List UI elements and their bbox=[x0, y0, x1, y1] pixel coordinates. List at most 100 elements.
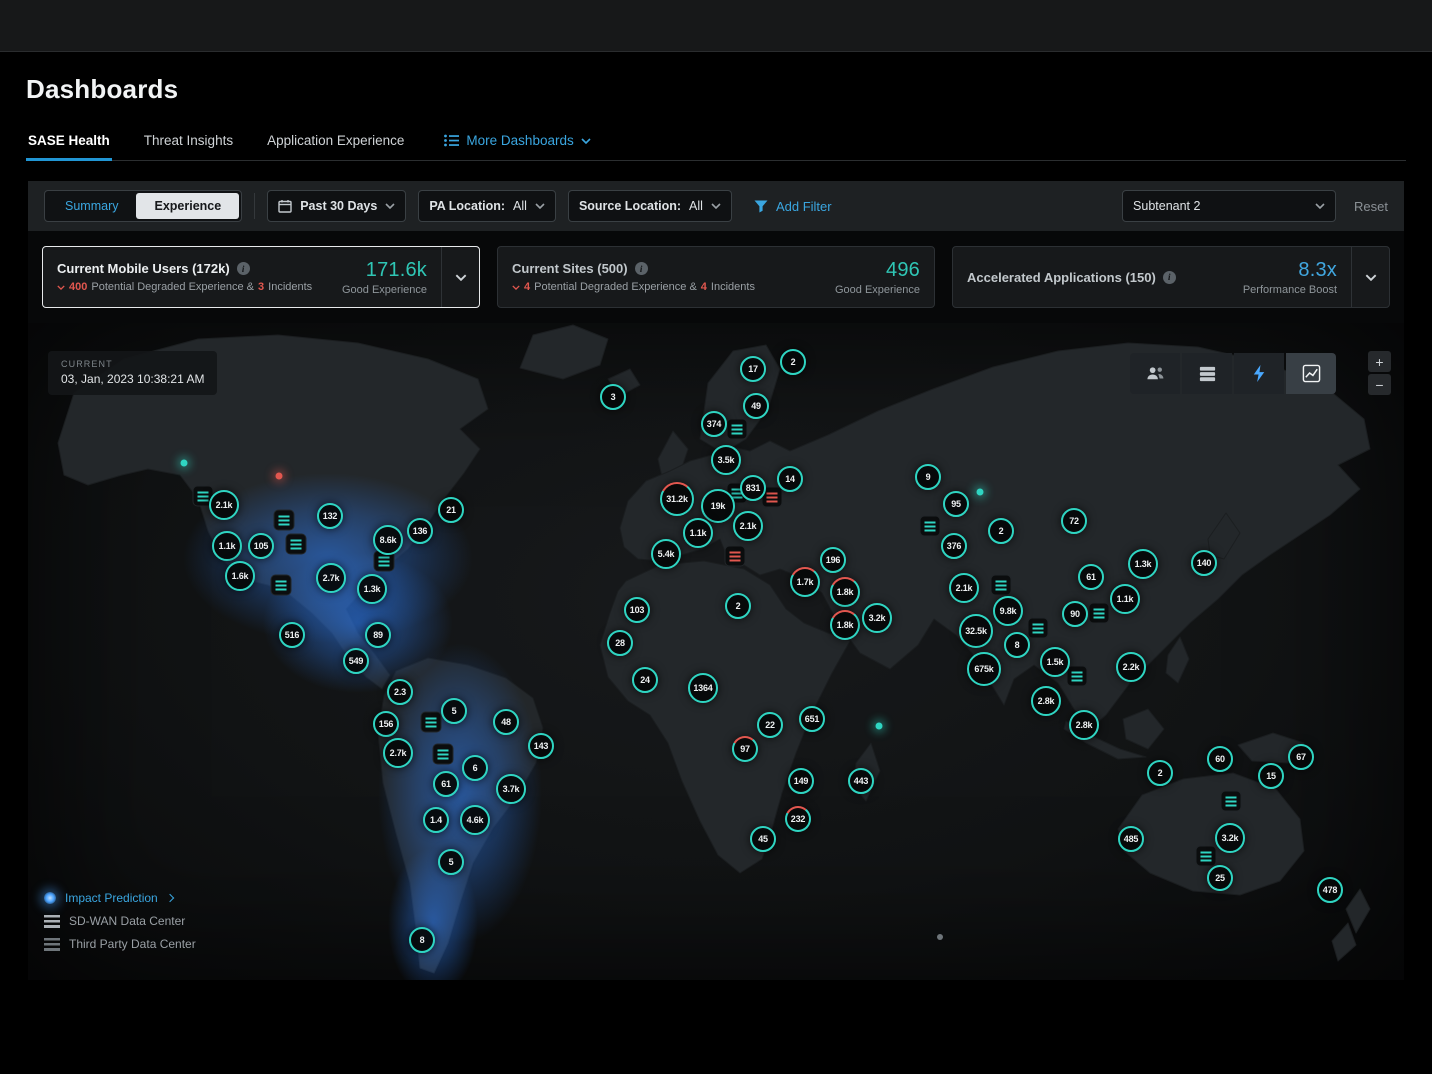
map-marker-156[interactable]: 156 bbox=[373, 711, 399, 737]
map-marker-17[interactable]: 17 bbox=[740, 356, 766, 382]
map-marker-105[interactable]: 105 bbox=[248, 533, 274, 559]
map-marker-1.1k[interactable]: 1.1k bbox=[683, 518, 713, 548]
map-marker-2[interactable]: 2 bbox=[725, 593, 751, 619]
map-marker-2.7k[interactable]: 2.7k bbox=[316, 563, 346, 593]
card-current-mobile-users[interactable]: Current Mobile Users (172k) i 400 Potent… bbox=[42, 246, 480, 308]
users-layer-button[interactable] bbox=[1130, 353, 1180, 394]
map-marker-143[interactable]: 143 bbox=[528, 733, 554, 759]
subtenant-dropdown[interactable]: Subtenant 2 bbox=[1122, 190, 1336, 222]
map-marker-9[interactable]: 9 bbox=[915, 464, 941, 490]
time-range-dropdown[interactable]: Past 30 Days bbox=[267, 190, 406, 222]
experience-view-button[interactable]: Experience bbox=[136, 193, 239, 219]
sdwan-datacenter-marker[interactable] bbox=[991, 575, 1012, 596]
accelerated-apps-layer-button[interactable] bbox=[1234, 353, 1284, 394]
map-marker-25[interactable]: 25 bbox=[1207, 865, 1233, 891]
map-marker-24[interactable]: 24 bbox=[632, 667, 658, 693]
sdwan-datacenter-marker[interactable] bbox=[920, 516, 941, 537]
zoom-in-button[interactable]: + bbox=[1368, 351, 1391, 372]
card-current-sites[interactable]: Current Sites (500) i 4 Potential Degrad… bbox=[497, 246, 935, 308]
map-marker-degraded-232[interactable]: 232 bbox=[785, 806, 811, 832]
sdwan-datacenter-marker[interactable] bbox=[1067, 666, 1088, 687]
legend-impact-prediction[interactable]: Impact Prediction bbox=[44, 891, 196, 905]
sdwan-datacenter-marker[interactable] bbox=[421, 712, 442, 733]
map-marker-103[interactable]: 103 bbox=[624, 597, 650, 623]
tab-sase-health[interactable]: SASE Health bbox=[26, 125, 112, 160]
map-marker-3.5k[interactable]: 3.5k bbox=[711, 445, 741, 475]
map-marker-28[interactable]: 28 bbox=[607, 630, 633, 656]
sdwan-datacenter-marker[interactable] bbox=[1196, 846, 1217, 867]
map-marker-831[interactable]: 831 bbox=[740, 475, 766, 501]
map-marker-3.2k[interactable]: 3.2k bbox=[862, 603, 892, 633]
world-map[interactable]: 2.1k1321.1k1052.7k1.6k1.3k8.6k1362151689… bbox=[28, 323, 1404, 980]
map-marker-1.1k[interactable]: 1.1k bbox=[212, 531, 242, 561]
map-marker-2.3[interactable]: 2.3 bbox=[387, 679, 413, 705]
sdwan-datacenter-marker[interactable] bbox=[274, 510, 295, 531]
map-marker-1364[interactable]: 1364 bbox=[688, 673, 718, 703]
map-marker-3.2k[interactable]: 3.2k bbox=[1215, 823, 1245, 853]
sdwan-datacenter-marker[interactable] bbox=[1089, 603, 1110, 624]
map-marker-degraded-31.2k[interactable]: 31.2k bbox=[660, 482, 694, 516]
summary-view-button[interactable]: Summary bbox=[47, 193, 136, 219]
map-marker-1.5k[interactable]: 1.5k bbox=[1040, 647, 1070, 677]
map-marker-1.4[interactable]: 1.4 bbox=[423, 807, 449, 833]
map-marker-5[interactable]: 5 bbox=[438, 849, 464, 875]
map-marker-1.3k[interactable]: 1.3k bbox=[1128, 549, 1158, 579]
add-filter-button[interactable]: Add Filter bbox=[754, 199, 832, 214]
zoom-out-button[interactable]: − bbox=[1368, 374, 1391, 395]
map-marker-5[interactable]: 5 bbox=[441, 698, 467, 724]
map-marker-61[interactable]: 61 bbox=[433, 771, 459, 797]
tab-threat-insights[interactable]: Threat Insights bbox=[142, 125, 235, 160]
map-marker-485[interactable]: 485 bbox=[1118, 826, 1144, 852]
map-marker-21[interactable]: 21 bbox=[438, 497, 464, 523]
map-marker-2[interactable]: 2 bbox=[1147, 760, 1173, 786]
map-marker-49[interactable]: 49 bbox=[743, 393, 769, 419]
map-marker-48[interactable]: 48 bbox=[493, 709, 519, 735]
source-location-dropdown[interactable]: Source Location: All bbox=[568, 190, 732, 222]
sdwan-datacenter-marker[interactable] bbox=[433, 744, 454, 765]
pa-location-dropdown[interactable]: PA Location: All bbox=[418, 190, 556, 222]
card-expand-button[interactable] bbox=[1351, 247, 1389, 307]
map-marker-376[interactable]: 376 bbox=[941, 533, 967, 559]
map-marker-32.5k[interactable]: 32.5k bbox=[959, 614, 993, 648]
map-marker-2[interactable]: 2 bbox=[780, 349, 806, 375]
map-marker-degraded-97[interactable]: 97 bbox=[732, 736, 758, 762]
map-marker-374[interactable]: 374 bbox=[701, 411, 727, 437]
map-marker-45[interactable]: 45 bbox=[750, 826, 776, 852]
map-marker-651[interactable]: 651 bbox=[799, 706, 825, 732]
map-marker-1.1k[interactable]: 1.1k bbox=[1110, 584, 1140, 614]
map-marker-90[interactable]: 90 bbox=[1062, 601, 1088, 627]
degraded-datacenter-marker[interactable] bbox=[725, 546, 746, 567]
map-marker-8[interactable]: 8 bbox=[409, 927, 435, 953]
map-marker-degraded-1.8k[interactable]: 1.8k bbox=[830, 610, 860, 640]
map-marker-9.8k[interactable]: 9.8k bbox=[993, 596, 1023, 626]
map-marker-72[interactable]: 72 bbox=[1061, 508, 1087, 534]
map-marker-132[interactable]: 132 bbox=[317, 503, 343, 529]
map-marker-95[interactable]: 95 bbox=[943, 491, 969, 517]
map-marker-196[interactable]: 196 bbox=[820, 547, 846, 573]
map-marker-61[interactable]: 61 bbox=[1078, 564, 1104, 590]
map-marker-516[interactable]: 516 bbox=[279, 622, 305, 648]
sdwan-datacenter-marker[interactable] bbox=[1221, 791, 1242, 812]
map-marker-1.3k[interactable]: 1.3k bbox=[357, 574, 387, 604]
map-marker-2.1k[interactable]: 2.1k bbox=[209, 490, 239, 520]
more-dashboards-menu[interactable]: More Dashboards bbox=[442, 125, 592, 160]
sdwan-datacenter-marker[interactable] bbox=[1028, 618, 1049, 639]
map-marker-136[interactable]: 136 bbox=[407, 518, 433, 544]
info-icon[interactable]: i bbox=[237, 262, 250, 275]
map-marker-4.6k[interactable]: 4.6k bbox=[460, 805, 490, 835]
card-accelerated-applications[interactable]: Accelerated Applications (150) i 8.3x Pe… bbox=[952, 246, 1390, 308]
info-icon[interactable]: i bbox=[1163, 271, 1176, 284]
map-marker-degraded-1.7k[interactable]: 1.7k bbox=[790, 567, 820, 597]
tab-application-experience[interactable]: Application Experience bbox=[265, 125, 406, 160]
map-marker-2.1k[interactable]: 2.1k bbox=[949, 573, 979, 603]
map-marker-8.6k[interactable]: 8.6k bbox=[373, 525, 403, 555]
map-marker-149[interactable]: 149 bbox=[788, 768, 814, 794]
map-marker-degraded-1.8k[interactable]: 1.8k bbox=[830, 577, 860, 607]
map-marker-443[interactable]: 443 bbox=[848, 768, 874, 794]
map-marker-2.7k[interactable]: 2.7k bbox=[383, 738, 413, 768]
map-marker-2.8k[interactable]: 2.8k bbox=[1031, 686, 1061, 716]
map-marker-22[interactable]: 22 bbox=[757, 712, 783, 738]
sdwan-datacenter-marker[interactable] bbox=[727, 419, 748, 440]
sdwan-datacenter-marker[interactable] bbox=[271, 575, 292, 596]
map-marker-478[interactable]: 478 bbox=[1317, 877, 1343, 903]
